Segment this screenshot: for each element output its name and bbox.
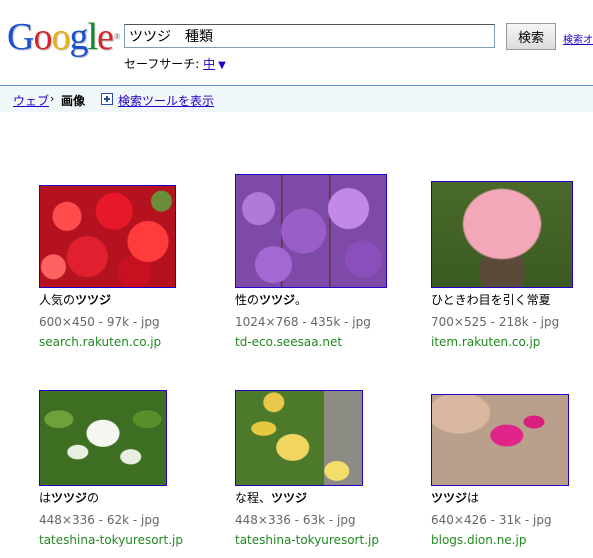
result-caption: はツツジの [39,491,100,505]
search-options-link[interactable]: 検索オ [563,31,593,46]
plus-icon[interactable] [101,93,113,105]
result-meta: 700×525 - 218k - jpg [431,315,560,329]
breadcrumb-separator: › [50,92,55,105]
result-meta: 1024×768 - 435k - jpg [235,315,371,329]
safesearch-setting: セーフサーチ: 中 ▼ [124,55,226,72]
safesearch-label: セーフサーチ: [124,57,204,71]
web-search-link[interactable]: ウェブ [13,92,49,109]
result-thumbnail[interactable] [235,174,387,288]
result-meta: 640×426 - 31k - jpg [431,513,552,527]
search-type-bar: ウェブ › 画像 検索ツールを表示 [0,85,593,112]
result-caption: 性のツツジ。 [235,293,308,307]
result-caption: な程、ツツジ [235,491,308,505]
result-thumbnail[interactable] [431,181,573,288]
result-site[interactable]: tateshina-tokyuresort.jp [235,533,379,547]
result-thumbnail[interactable] [39,185,176,288]
dropdown-arrow-icon[interactable]: ▼ [218,60,226,71]
google-logo[interactable]: Google® [7,17,120,57]
search-input[interactable] [124,24,495,48]
result-meta: 448×336 - 62k - jpg [39,513,160,527]
result-site[interactable]: search.rakuten.co.jp [39,335,161,349]
images-current-tab: 画像 [61,94,86,108]
result-site[interactable]: td-eco.seesaa.net [235,335,342,349]
result-caption: ツツジは [431,491,480,505]
result-site[interactable]: blogs.dion.ne.jp [431,533,526,547]
result-caption: ひときわ目を引く常夏 [431,293,551,307]
search-button[interactable]: 検索 [506,23,556,50]
result-thumbnail[interactable] [235,390,363,486]
result-meta: 600×450 - 97k - jpg [39,315,160,329]
result-meta: 448×336 - 63k - jpg [235,513,356,527]
safesearch-level-dropdown[interactable]: 中 [203,57,215,71]
show-search-tools-link[interactable]: 検索ツールを表示 [118,92,214,109]
result-thumbnail[interactable] [39,390,167,486]
result-site[interactable]: tateshina-tokyuresort.jp [39,533,183,547]
result-caption: 人気のツツジ [39,293,112,307]
result-site[interactable]: item.rakuten.co.jp [431,335,540,349]
result-thumbnail[interactable] [431,394,569,486]
